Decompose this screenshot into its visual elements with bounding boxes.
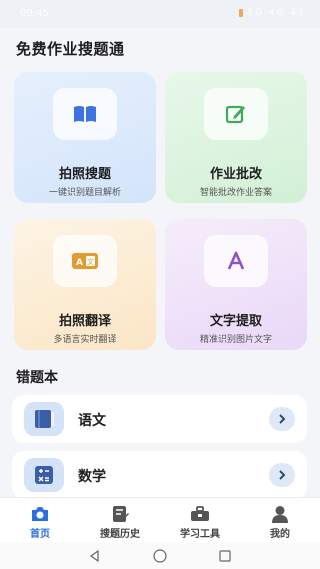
card-subtitle: 多语言实时翻译 xyxy=(53,335,117,345)
system-nav-bar xyxy=(0,543,320,569)
home-circle-icon[interactable] xyxy=(153,549,167,563)
toolbox-icon xyxy=(191,506,209,521)
back-icon[interactable] xyxy=(89,550,101,562)
camera-icon xyxy=(32,507,48,521)
edit-icon xyxy=(204,88,268,140)
card-subtitle: 一键识别题目解析 xyxy=(48,188,121,198)
chevron-right-icon[interactable] xyxy=(269,463,295,487)
page-title: 免费作业搜题通 xyxy=(16,40,125,58)
photo-translate-card[interactable]: A 文 拍照翻译 多语言实时翻译 xyxy=(14,219,156,350)
subject-item-math[interactable]: 数学 xyxy=(12,451,307,499)
user-icon xyxy=(272,506,288,523)
photo-search-card[interactable]: 拍照搜题 一键识别题目解析 xyxy=(14,72,156,203)
homework-check-card[interactable]: 作业批改 智能批改作业答案 xyxy=(165,72,307,203)
battery-icon xyxy=(239,8,244,17)
status-time: 09:45 xyxy=(20,8,49,19)
card-subtitle: 智能批改作业答案 xyxy=(199,188,272,198)
chevron-right-icon[interactable] xyxy=(269,407,295,431)
card-title: 文字提取 xyxy=(209,314,262,329)
card-title: 作业批改 xyxy=(209,167,262,182)
text-extract-card[interactable]: 文字提取 精准识别图片文字 xyxy=(165,219,307,350)
translate-icon: A 文 xyxy=(53,235,117,287)
status-bar: 09:45 5G 4G 45 xyxy=(0,0,320,28)
tab-study-tools[interactable]: 学习工具 xyxy=(160,498,240,543)
svg-text:A: A xyxy=(76,258,83,268)
bottom-tab-bar: 首页 搜题历史 学习工具 我的 xyxy=(0,497,320,543)
text-a-icon xyxy=(204,235,268,287)
card-subtitle: 精准识别图片文字 xyxy=(199,335,272,345)
subject-label: 语文 xyxy=(78,413,106,429)
recents-square-icon[interactable] xyxy=(219,550,231,562)
tab-mine[interactable]: 我的 xyxy=(240,498,320,543)
tab-home[interactable]: 首页 xyxy=(0,498,80,543)
book-icon xyxy=(53,88,117,140)
chinese-book-icon xyxy=(24,402,64,436)
card-title: 拍照翻译 xyxy=(58,314,111,329)
status-indicators: 5G 4G 45 xyxy=(239,8,306,18)
calculator-icon xyxy=(24,458,64,492)
tab-search-history[interactable]: 搜题历史 xyxy=(80,498,160,543)
subject-item-chinese[interactable]: 语文 xyxy=(12,395,307,443)
subject-label: 数学 xyxy=(78,469,106,485)
svg-text:文: 文 xyxy=(87,257,94,266)
card-title: 拍照搜题 xyxy=(58,167,111,182)
section-title: 错题本 xyxy=(16,370,58,386)
history-doc-icon xyxy=(113,506,129,522)
